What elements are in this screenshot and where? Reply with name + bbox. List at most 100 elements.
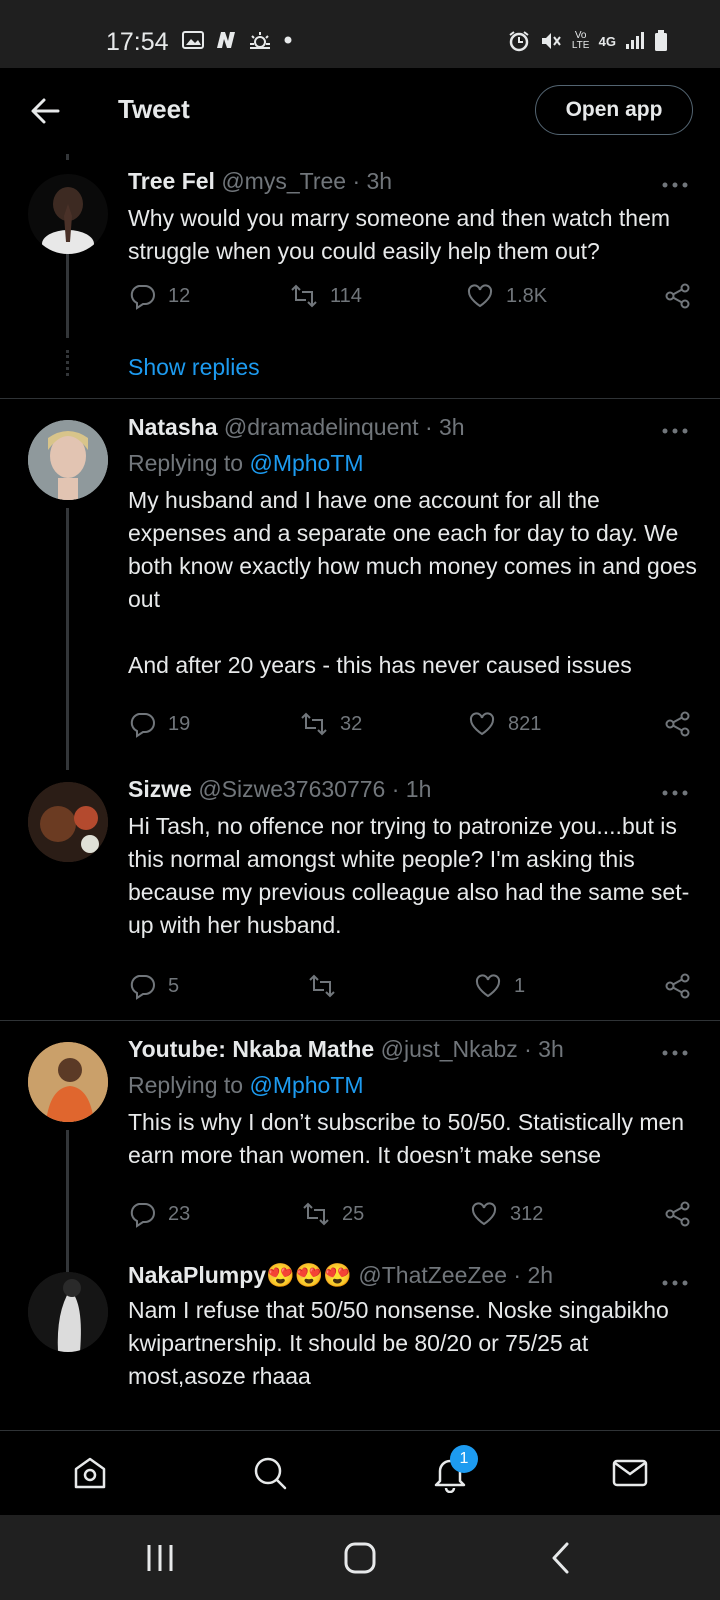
retweet-action[interactable]: 114 bbox=[290, 282, 362, 310]
retweet-count: 25 bbox=[342, 1202, 365, 1225]
like-count: 1.8K bbox=[506, 284, 548, 307]
show-replies-link[interactable]: Show replies bbox=[128, 354, 260, 381]
reply-action[interactable]: 5 bbox=[128, 972, 179, 1000]
tweet-actions: 19 32 821 bbox=[128, 710, 694, 744]
tweet-time: · 3h bbox=[352, 168, 393, 194]
recents-icon[interactable] bbox=[143, 1541, 177, 1575]
more-options-icon[interactable] bbox=[660, 1278, 690, 1288]
open-app-button[interactable]: Open app bbox=[535, 85, 693, 135]
more-options-icon[interactable] bbox=[660, 788, 690, 798]
tweet-actions: 23 25 312 bbox=[128, 1200, 694, 1234]
tweet-text: This is why I don’t subscribe to 50/50. … bbox=[128, 1109, 685, 1168]
tweet-meta: Youtube: Nkaba Mathe @just_Nkabz · 3h bbox=[128, 1036, 564, 1063]
replying-to: Replying to @MphoTM bbox=[128, 450, 364, 477]
tweet-meta: Natasha @dramadelinquent · 3h bbox=[128, 414, 465, 441]
volte-label: Vo LTE bbox=[571, 30, 590, 51]
divider bbox=[0, 1020, 720, 1021]
network-label: 4G bbox=[598, 33, 616, 49]
reply-icon bbox=[130, 713, 155, 738]
reply-icon bbox=[130, 1203, 155, 1228]
avatar[interactable] bbox=[28, 1272, 108, 1352]
like-count: 1 bbox=[514, 974, 526, 997]
share-icon bbox=[665, 711, 690, 737]
page-title: Tweet bbox=[118, 94, 190, 124]
thread-line bbox=[66, 154, 69, 160]
author-name[interactable]: Tree Fel bbox=[128, 168, 215, 194]
avatar-photo bbox=[28, 420, 108, 500]
like-action[interactable]: 1.8K bbox=[466, 282, 547, 310]
reply-count: 5 bbox=[168, 974, 180, 997]
author-handle[interactable]: @just_Nkabz bbox=[381, 1036, 518, 1062]
alarm-icon bbox=[509, 31, 529, 52]
avatar[interactable] bbox=[28, 174, 108, 254]
author-name[interactable]: NakaPlumpy bbox=[128, 1262, 266, 1288]
author-name[interactable]: Natasha bbox=[128, 414, 217, 440]
tweet-meta: Sizwe @Sizwe37630776 · 1h bbox=[128, 776, 431, 803]
tweet-text: My husband and I have one account for al… bbox=[128, 487, 697, 678]
bottom-nav: 1 bbox=[0, 1430, 720, 1515]
tweet-nkaba-mathe[interactable]: Youtube: Nkaba Mathe @just_Nkabz · 3h Re… bbox=[0, 1022, 720, 1284]
status-left-icons bbox=[182, 30, 294, 50]
replying-to-mention[interactable]: @MphoTM bbox=[249, 1072, 363, 1098]
reply-count: 23 bbox=[168, 1202, 191, 1225]
tweet-text: Hi Tash, no offence nor trying to patron… bbox=[128, 813, 690, 938]
author-name[interactable]: Sizwe bbox=[128, 776, 192, 802]
tweet-tree-fel[interactable]: Tree Fel @mys_Tree · 3h Why would you ma… bbox=[0, 154, 720, 400]
share-action[interactable] bbox=[664, 710, 692, 738]
retweet-icon bbox=[291, 284, 317, 308]
reply-action[interactable]: 23 bbox=[128, 1200, 190, 1228]
reply-icon bbox=[130, 975, 155, 1000]
thread-line bbox=[66, 254, 69, 338]
tweet-time: · 3h bbox=[424, 414, 465, 440]
avatar[interactable] bbox=[28, 1042, 108, 1122]
home-icon[interactable] bbox=[70, 1453, 110, 1493]
reply-action[interactable]: 12 bbox=[128, 282, 190, 310]
retweet-icon bbox=[303, 1202, 329, 1226]
heart-icon bbox=[475, 974, 501, 998]
retweet-action[interactable]: 25 bbox=[302, 1200, 364, 1228]
author-handle[interactable]: @mys_Tree bbox=[221, 168, 346, 194]
retweet-action[interactable] bbox=[308, 972, 336, 1000]
tweet-actions: 12 114 1.8K bbox=[128, 282, 694, 316]
more-options-icon[interactable] bbox=[660, 180, 690, 190]
author-handle[interactable]: @Sizwe37630776 bbox=[198, 776, 385, 802]
divider bbox=[0, 398, 720, 399]
tweet-sizwe[interactable]: Sizwe @Sizwe37630776 · 1h Hi Tash, no of… bbox=[0, 762, 720, 1018]
tweet-natasha[interactable]: Natasha @dramadelinquent · 3h Replying t… bbox=[0, 400, 720, 770]
share-action[interactable] bbox=[664, 1200, 692, 1228]
tweet-time: · 3h bbox=[524, 1036, 564, 1062]
back-arrow-icon[interactable] bbox=[28, 94, 62, 128]
author-handle[interactable]: @dramadelinquent bbox=[224, 414, 419, 440]
heart-icon bbox=[471, 1202, 497, 1226]
avatar[interactable] bbox=[28, 420, 108, 500]
reply-icon bbox=[130, 285, 155, 310]
avatar[interactable] bbox=[28, 782, 108, 862]
gallery-icon bbox=[182, 31, 204, 49]
like-action[interactable]: 312 bbox=[470, 1200, 543, 1228]
heart-icon bbox=[469, 712, 495, 736]
back-icon[interactable] bbox=[545, 1541, 579, 1575]
replying-to-mention[interactable]: @MphoTM bbox=[249, 450, 363, 476]
tweet-actions: 5 1 bbox=[128, 972, 694, 1006]
like-action[interactable]: 1 bbox=[474, 972, 525, 1000]
like-count: 821 bbox=[508, 712, 542, 735]
messages-icon[interactable] bbox=[610, 1453, 650, 1493]
author-handle[interactable]: @ThatZeeZee bbox=[358, 1262, 507, 1288]
author-name[interactable]: Youtube: Nkaba Mathe bbox=[128, 1036, 374, 1062]
mute-icon bbox=[541, 33, 561, 49]
avatar-praying-emoji bbox=[42, 187, 94, 254]
share-action[interactable] bbox=[664, 282, 692, 310]
n-icon bbox=[217, 32, 235, 48]
more-options-icon[interactable] bbox=[660, 1048, 690, 1058]
reply-action[interactable]: 19 bbox=[128, 710, 190, 738]
replying-to-prefix: Replying to bbox=[128, 450, 250, 476]
retweet-action[interactable]: 32 bbox=[300, 710, 362, 738]
share-action[interactable] bbox=[664, 972, 692, 1000]
home-button-icon[interactable] bbox=[343, 1541, 377, 1575]
reply-count: 19 bbox=[168, 712, 191, 735]
tweet-header: Tweet Open app bbox=[0, 68, 720, 154]
search-icon[interactable] bbox=[250, 1453, 290, 1493]
more-options-icon[interactable] bbox=[660, 426, 690, 436]
tweet-nakaplumpy[interactable]: NakaPlumpy😍😍😍 @ThatZeeZee · 2h Nam I ref… bbox=[0, 1252, 720, 1428]
like-action[interactable]: 821 bbox=[468, 710, 541, 738]
